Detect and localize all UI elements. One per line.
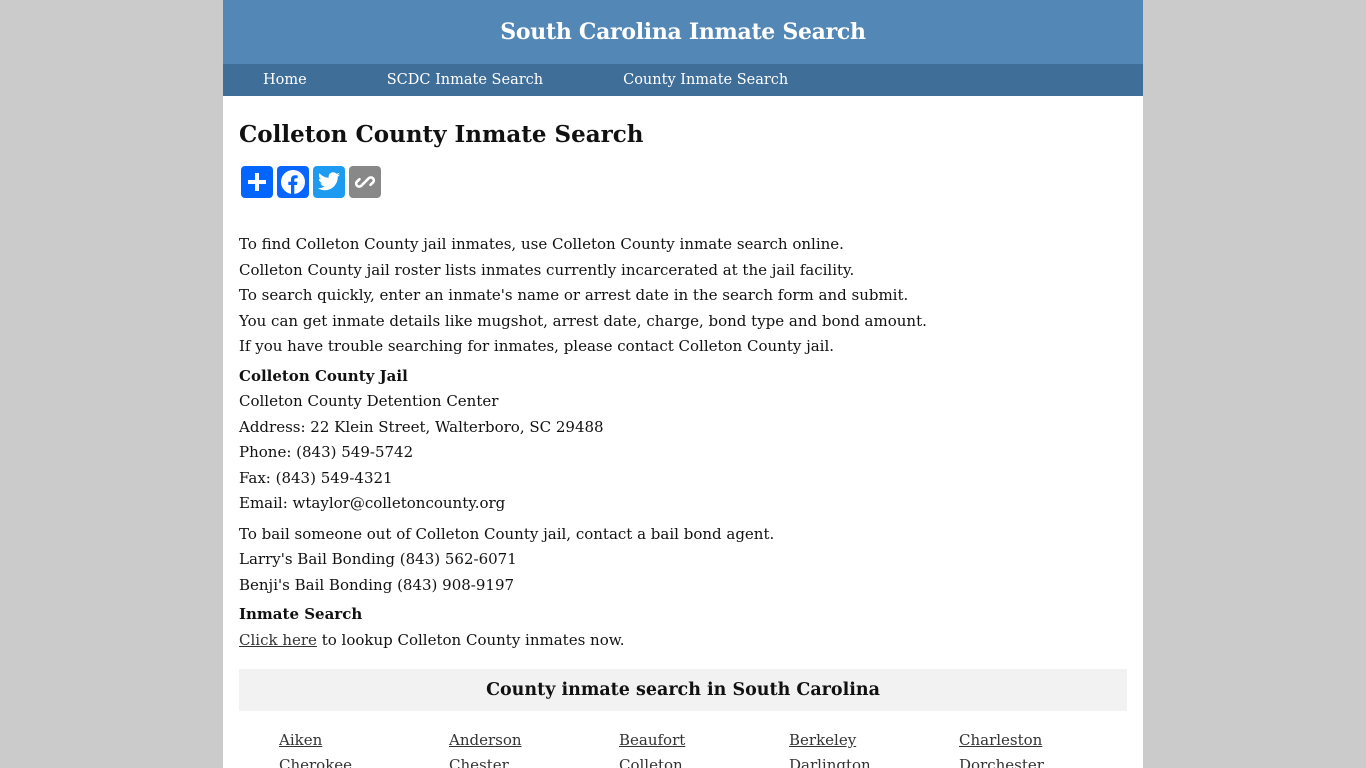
intro-text: To find Colleton County jail inmates, us…: [239, 232, 1127, 360]
nav-home[interactable]: Home: [263, 72, 307, 88]
plus-share-icon: [246, 171, 268, 193]
twitter-share-button[interactable]: [313, 166, 345, 198]
intro-line: You can get inmate details like mugshot,…: [239, 311, 927, 330]
copy-link-icon: [353, 170, 377, 194]
county-link-anderson[interactable]: Anderson: [449, 731, 619, 750]
intro-line: Colleton County jail roster lists inmate…: [239, 260, 855, 279]
share-bar: [241, 166, 1127, 198]
site-header: South Carolina Inmate Search: [223, 0, 1143, 64]
county-link-dorchester[interactable]: Dorchester: [959, 756, 1129, 768]
county-link-darlington[interactable]: Darlington: [789, 756, 959, 768]
share-button[interactable]: [241, 166, 273, 198]
inmate-search-rest: to lookup Colleton County inmates now.: [316, 630, 625, 649]
main-content: Colleton County Inmate Search To find Co…: [223, 120, 1143, 768]
facebook-icon: [280, 169, 306, 195]
county-link-cherokee[interactable]: Cherokee: [279, 756, 449, 768]
site-title[interactable]: South Carolina Inmate Search: [500, 19, 866, 45]
intro-line: To search quickly, enter an inmate's nam…: [239, 286, 909, 304]
county-section-heading: County inmate search in South Carolina: [239, 669, 1127, 711]
county-link-colleton[interactable]: Colleton: [619, 756, 789, 768]
jail-phone: Phone: (843) 549-5742: [239, 443, 414, 461]
bail-agent: Larry's Bail Bonding (843) 562-6071: [239, 550, 517, 568]
intro-line: If you have trouble searching for inmate…: [239, 337, 835, 355]
county-link-charleston[interactable]: Charleston: [959, 731, 1129, 750]
jail-name: Colleton County Detention Center: [239, 392, 499, 410]
nav-scdc-inmate-search[interactable]: SCDC Inmate Search: [387, 72, 543, 88]
jail-address: Address: 22 Klein Street, Walterboro, SC…: [239, 417, 604, 436]
jail-heading: Colleton County Jail: [239, 366, 408, 385]
main-nav: Home SCDC Inmate Search County Inmate Se…: [223, 64, 1143, 96]
bail-intro: To bail someone out of Colleton County j…: [239, 524, 775, 543]
copy-link-button[interactable]: [349, 166, 381, 198]
facebook-share-button[interactable]: [277, 166, 309, 198]
inmate-search-text: Click here to lookup Colleton County inm…: [239, 628, 1127, 654]
county-link-beaufort[interactable]: Beaufort: [619, 731, 789, 750]
jail-fax: Fax: (843) 549-4321: [239, 468, 393, 487]
page-title: Colleton County Inmate Search: [239, 121, 644, 148]
intro-line: To find Colleton County jail inmates, us…: [239, 235, 844, 253]
page-container: South Carolina Inmate Search Home SCDC I…: [223, 0, 1143, 768]
twitter-icon: [317, 171, 341, 193]
nav-county-inmate-search[interactable]: County Inmate Search: [623, 72, 788, 88]
jail-email: Email: wtaylor@colletoncounty.org: [239, 494, 506, 512]
bail-agent: Benji's Bail Bonding (843) 908-9197: [239, 575, 515, 594]
county-link-berkeley[interactable]: Berkeley: [789, 731, 959, 750]
county-link-grid: Aiken Anderson Beaufort Berkeley Charles…: [279, 731, 1127, 768]
inmate-search-heading: Inmate Search: [239, 605, 363, 623]
county-link-chester[interactable]: Chester: [449, 756, 619, 768]
click-here-link[interactable]: Click here: [239, 631, 317, 649]
county-link-aiken[interactable]: Aiken: [279, 731, 449, 750]
